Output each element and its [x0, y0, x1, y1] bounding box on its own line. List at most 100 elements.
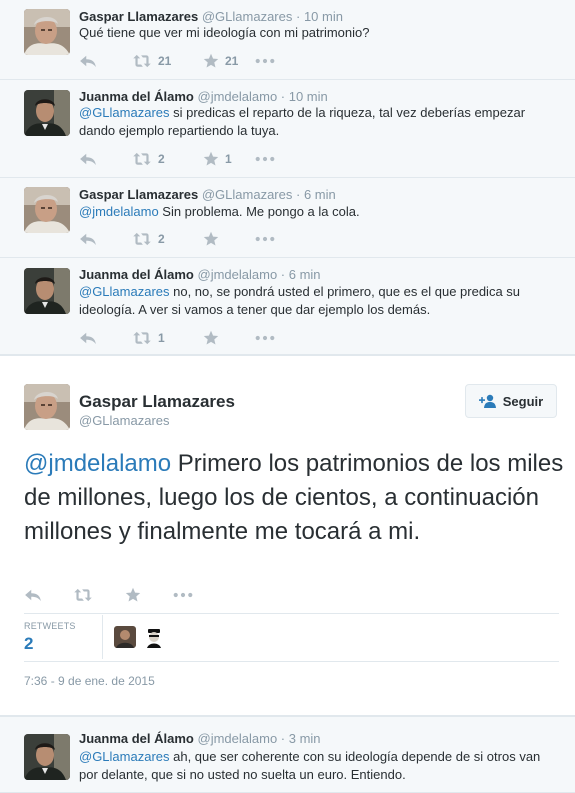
tweet-item[interactable]: Gaspar Llamazares @GLlamazares · 10 min …	[0, 0, 575, 80]
favorite-icon	[125, 587, 141, 603]
retweeter-avatar[interactable]	[114, 626, 136, 648]
retweet-button[interactable]: 21	[132, 51, 171, 71]
favorite-button[interactable]	[203, 229, 219, 249]
reply-button[interactable]	[79, 51, 97, 71]
retweet-button[interactable]: 1	[132, 328, 165, 348]
reply-button[interactable]	[79, 229, 97, 249]
author-name[interactable]: Juanma del Álamo	[79, 89, 194, 104]
reply-button[interactable]	[24, 585, 42, 605]
separator: ·	[277, 267, 289, 282]
more-icon	[255, 58, 275, 64]
reply-button[interactable]	[79, 328, 97, 348]
mention-link[interactable]: @GLlamazares	[79, 749, 170, 764]
mention-link[interactable]: @jmdelalamo	[24, 450, 171, 477]
retweet-button[interactable]	[73, 585, 93, 605]
favorite-button[interactable]: 1	[203, 149, 232, 169]
mention-link[interactable]: @GLlamazares	[79, 105, 170, 120]
tweet-header: Juanma del Álamo @jmdelalamo · 10 min	[79, 89, 328, 105]
favorite-count: 1	[225, 152, 232, 166]
separator: ·	[292, 187, 304, 202]
tweet-item[interactable]: Juanma del Álamo @jmdelalamo · 10 min @G…	[0, 80, 575, 178]
tweet-date[interactable]: 7:36 - 9 de ene. de 2015	[24, 674, 155, 688]
author-handle: @jmdelalamo	[197, 731, 278, 746]
tweet-text: @GLlamazares no, no, se pondrá usted el …	[79, 283, 559, 319]
more-icon	[255, 335, 275, 341]
retweet-button[interactable]: 2	[132, 149, 165, 169]
retweet-button[interactable]: 2	[132, 229, 165, 249]
more-button[interactable]	[255, 149, 275, 169]
retweet-count: 21	[158, 54, 172, 68]
reply-icon	[79, 232, 97, 246]
favorite-count: 21	[225, 54, 239, 68]
retweet-icon	[132, 152, 152, 166]
more-icon	[255, 236, 275, 242]
author-handle: @jmdelalamo	[197, 267, 278, 282]
retweets-count[interactable]: 2	[24, 634, 33, 654]
favorite-button[interactable]	[125, 585, 141, 605]
favorite-icon	[203, 231, 219, 247]
tweet-text: Qué tiene que ver mi ideología con mi pa…	[79, 24, 559, 42]
avatar[interactable]	[24, 384, 70, 430]
separator: ·	[277, 731, 289, 746]
tweet-time[interactable]: 3 min	[289, 731, 321, 746]
author-name[interactable]: Gaspar Llamazares	[79, 392, 235, 412]
reply-icon	[24, 588, 42, 602]
retweet-icon	[132, 232, 152, 246]
more-button[interactable]	[255, 51, 275, 71]
favorite-icon	[203, 151, 219, 167]
follow-button[interactable]: Seguir	[465, 384, 557, 418]
favorite-button[interactable]: 21	[203, 51, 238, 71]
separator: ·	[277, 89, 289, 104]
more-icon	[173, 592, 193, 598]
divider	[24, 613, 559, 614]
tweet-header: Juanma del Álamo @jmdelalamo · 6 min	[79, 267, 321, 283]
avatar[interactable]	[24, 268, 70, 314]
reply-icon	[79, 331, 97, 345]
tweet-time[interactable]: 10 min	[289, 89, 328, 104]
tweet-text: @GLlamazares ah, que ser coherente con s…	[79, 748, 559, 784]
favorite-button[interactable]	[203, 328, 219, 348]
author-name[interactable]: Gaspar Llamazares	[79, 9, 198, 24]
more-icon	[255, 156, 275, 162]
reply-button[interactable]	[79, 149, 97, 169]
author-name[interactable]: Gaspar Llamazares	[79, 187, 198, 202]
divider	[102, 615, 103, 659]
tweet-thread: Gaspar Llamazares @GLlamazares · 10 min …	[0, 0, 575, 793]
author-handle: @jmdelalamo	[197, 89, 278, 104]
retweet-icon	[132, 331, 152, 345]
more-button[interactable]	[255, 229, 275, 249]
mention-link[interactable]: @GLlamazares	[79, 284, 170, 299]
follow-person-icon	[478, 394, 496, 408]
tweet-time[interactable]: 6 min	[304, 187, 336, 202]
reply-icon	[79, 152, 97, 166]
retweet-count: 1	[158, 331, 165, 345]
favorite-icon	[203, 330, 219, 346]
avatar[interactable]	[24, 9, 70, 55]
tweet-text: @jmdelalamo Sin problema. Me pongo a la …	[79, 203, 559, 221]
author-name[interactable]: Juanma del Álamo	[79, 731, 194, 746]
mention-link[interactable]: @jmdelalamo	[79, 204, 159, 219]
tweet-text: @jmdelalamo Primero los patrimonios de l…	[24, 447, 564, 549]
avatar[interactable]	[24, 90, 70, 136]
author-handle: @GLlamazares	[201, 187, 293, 202]
tweet-time[interactable]: 10 min	[304, 9, 343, 24]
tweet-body: Sin problema. Me pongo a la cola.	[158, 204, 360, 219]
tweet-item[interactable]: Juanma del Álamo @jmdelalamo · 3 min @GL…	[0, 716, 575, 793]
author-handle: @GLlamazares	[201, 9, 293, 24]
tweet-text: @GLlamazares si predicas el reparto de l…	[79, 104, 559, 140]
avatar[interactable]	[24, 187, 70, 233]
retweet-count: 2	[158, 232, 165, 246]
retweet-count: 2	[158, 152, 165, 166]
avatar[interactable]	[24, 734, 70, 780]
retweeter-avatar[interactable]	[143, 626, 165, 648]
tweet-item[interactable]: Juanma del Álamo @jmdelalamo · 6 min @GL…	[0, 258, 575, 355]
more-button[interactable]	[173, 585, 193, 605]
author-name[interactable]: Juanma del Álamo	[79, 267, 194, 282]
tweet-header: Gaspar Llamazares @GLlamazares · 10 min	[79, 9, 343, 25]
separator: ·	[292, 9, 304, 24]
tweet-time[interactable]: 6 min	[289, 267, 321, 282]
more-button[interactable]	[255, 328, 275, 348]
retweets-label: RETWEETS	[24, 621, 76, 631]
follow-label: Seguir	[502, 393, 544, 409]
tweet-item[interactable]: Gaspar Llamazares @GLlamazares · 6 min @…	[0, 178, 575, 258]
